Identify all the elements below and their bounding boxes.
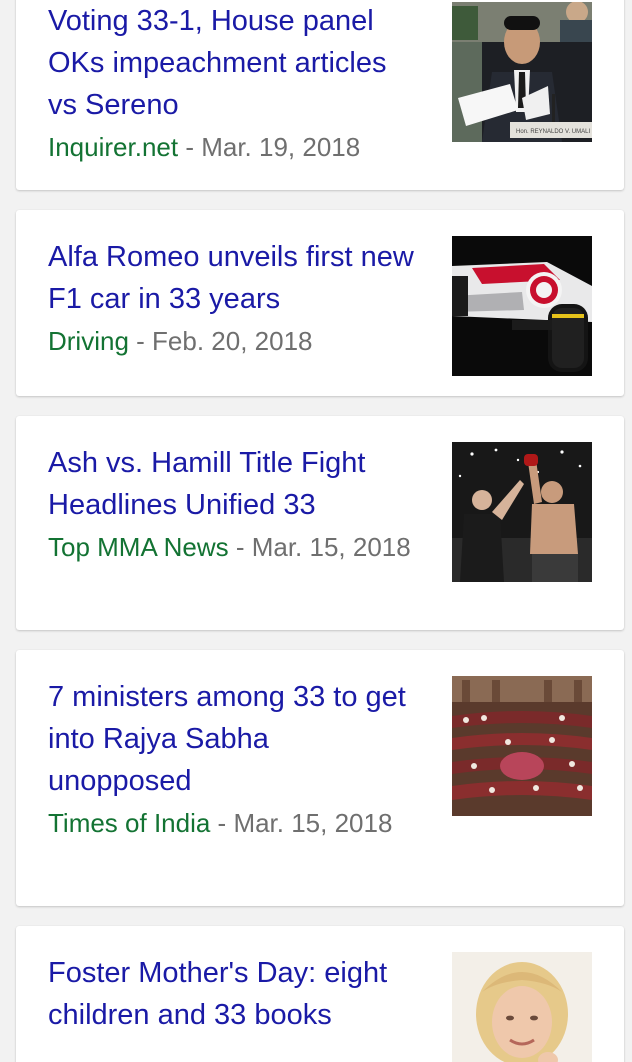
news-meta: Inquirer.net - Mar. 19, 2018 <box>48 126 420 168</box>
mma-fight-photo <box>452 442 592 582</box>
news-card-text: Foster Mother's Day: eight children and … <box>48 952 420 1036</box>
news-thumbnail[interactable] <box>452 442 592 582</box>
news-source: Times of India <box>48 808 211 838</box>
meta-separator: - <box>128 326 153 356</box>
news-meta: Top MMA News - Mar. 15, 2018 <box>48 526 420 568</box>
news-thumbnail[interactable] <box>452 952 592 1062</box>
nameplate-text: Hon. REYNALDO V. UMALI <box>516 129 590 135</box>
news-card[interactable]: 7 ministers among 33 to get into Rajya S… <box>16 650 624 906</box>
news-date: Feb. 20, 2018 <box>152 326 313 356</box>
news-card[interactable]: Alfa Romeo unveils first new F1 car in 3… <box>16 210 624 396</box>
race-car-photo <box>452 236 592 376</box>
meta-separator: - <box>210 808 234 838</box>
news-source: Driving <box>48 326 129 356</box>
news-thumbnail[interactable] <box>452 676 592 816</box>
news-card-text: 7 ministers among 33 to get into Rajya S… <box>48 676 420 844</box>
news-headline[interactable]: Foster Mother's Day: eight children and … <box>48 952 420 1036</box>
woman-portrait-photo <box>452 952 592 1062</box>
news-thumbnail[interactable]: Hon. REYNALDO V. UMALI <box>452 2 592 142</box>
news-date: Mar. 15, 2018 <box>251 532 411 562</box>
politician-photo: Hon. REYNALDO V. UMALI <box>452 2 592 142</box>
news-meta: Driving - Feb. 20, 2018 <box>48 320 420 362</box>
news-headline[interactable]: Alfa Romeo unveils first new F1 car in 3… <box>48 236 420 320</box>
news-card[interactable]: Foster Mother's Day: eight children and … <box>16 926 624 1062</box>
news-headline[interactable]: Ash vs. Hamill Title Fight Headlines Uni… <box>48 442 420 526</box>
news-date: Mar. 15, 2018 <box>233 808 393 838</box>
meta-separator: - <box>228 532 252 562</box>
news-card-text: Voting 33-1, House panel OKs impeachment… <box>48 0 420 168</box>
news-source: Inquirer.net <box>48 132 179 162</box>
news-headline[interactable]: 7 ministers among 33 to get into Rajya S… <box>48 676 420 802</box>
parliament-photo <box>452 676 592 816</box>
news-feed: Voting 33-1, House panel OKs impeachment… <box>0 0 632 1062</box>
news-card[interactable]: Ash vs. Hamill Title Fight Headlines Uni… <box>16 416 624 630</box>
news-date: Mar. 19, 2018 <box>201 132 361 162</box>
news-card-text: Ash vs. Hamill Title Fight Headlines Uni… <box>48 442 420 568</box>
news-card-text: Alfa Romeo unveils first new F1 car in 3… <box>48 236 420 362</box>
news-meta: Times of India - Mar. 15, 2018 <box>48 802 420 844</box>
meta-separator: - <box>178 132 202 162</box>
news-headline[interactable]: Voting 33-1, House panel OKs impeachment… <box>48 0 420 126</box>
news-thumbnail[interactable] <box>452 236 592 376</box>
news-source: Top MMA News <box>48 532 229 562</box>
news-card[interactable]: Voting 33-1, House panel OKs impeachment… <box>16 0 624 190</box>
